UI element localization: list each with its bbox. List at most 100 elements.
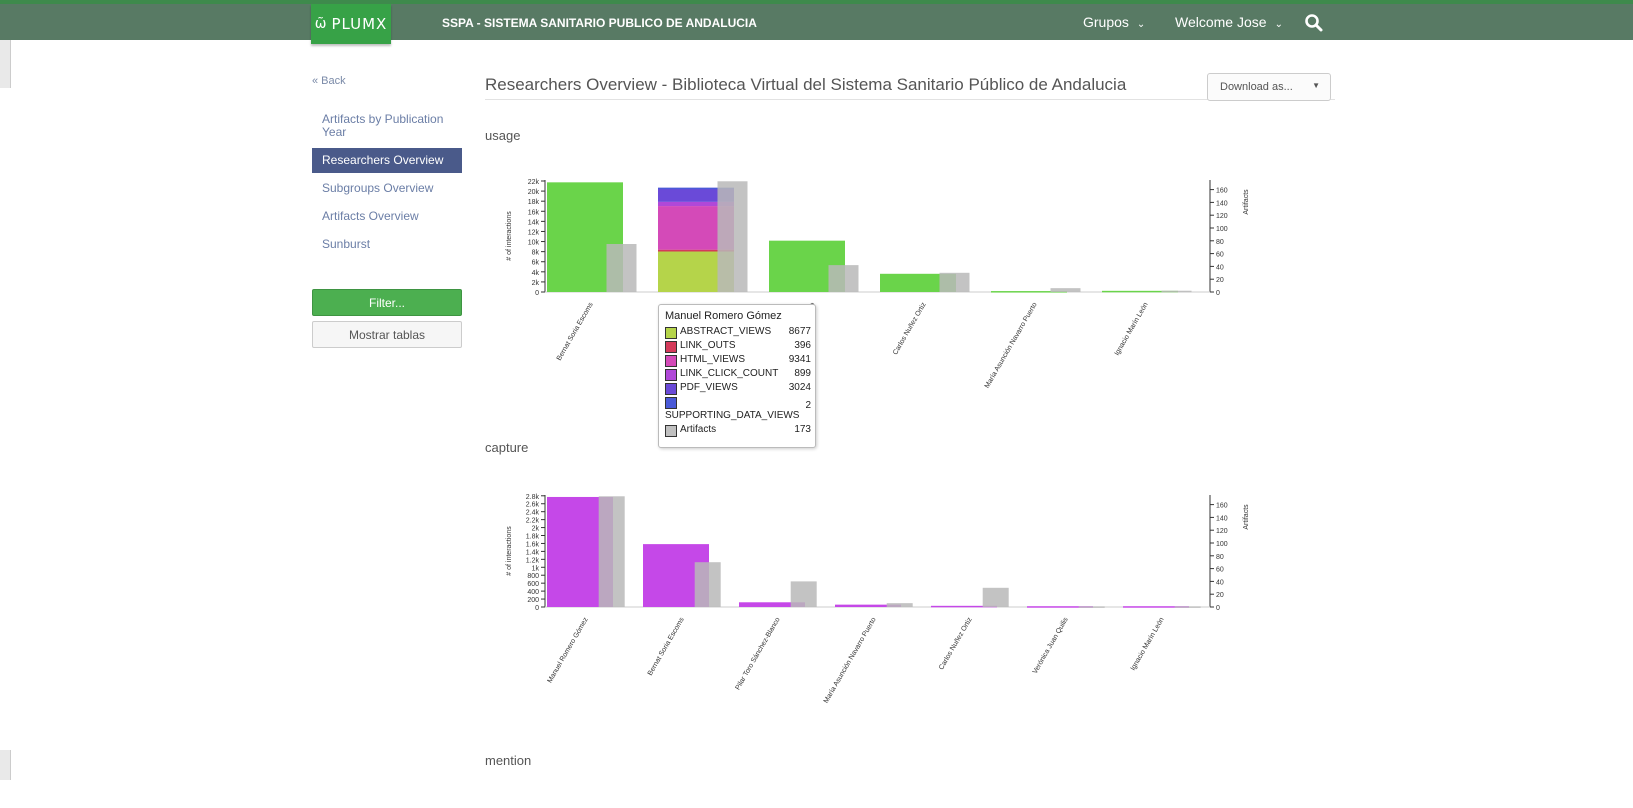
y-tick-label: 0 <box>535 605 539 612</box>
artifact-bar <box>886 603 913 607</box>
search-icon[interactable] <box>1304 13 1324 33</box>
y-tick-label: 1.8k <box>526 534 540 541</box>
x-tick-label: Manuel Romero Gómez <box>547 616 590 684</box>
y2-axis-label: Artifacts <box>1243 189 1250 215</box>
legend-swatch <box>665 383 677 395</box>
plumx-logo-icon: ῶ <box>314 16 328 32</box>
x-tick-label: Ignacio Marín León <box>1130 616 1166 671</box>
sidebar-item-subgroups-overview[interactable]: Subgroups Overview <box>312 176 462 201</box>
user-menu[interactable]: Welcome Jose ⌄ <box>1175 14 1283 30</box>
sidebar-item-artifacts-by-year[interactable]: Artifacts by Publication Year <box>312 107 462 145</box>
filter-button[interactable]: Filter... <box>312 289 462 316</box>
legend-swatch <box>665 341 677 353</box>
y-tick-label: 6k <box>532 260 540 267</box>
legend-swatch <box>665 425 677 437</box>
chevron-down-icon: ⌄ <box>1136 19 1146 30</box>
artifact-bar <box>717 181 748 292</box>
y2-tick-label: 160 <box>1216 503 1228 510</box>
chart-tooltip: Manuel Romero Gómez ABSTRACT_VIEWS 8677 L… <box>658 304 816 448</box>
y2-tick-label: 20 <box>1216 592 1224 599</box>
artifact-bar <box>598 496 625 607</box>
y2-tick-label: 100 <box>1216 226 1228 233</box>
y2-tick-label: 40 <box>1216 264 1224 271</box>
plumx-logo[interactable]: ῶ PLUMX <box>311 4 391 44</box>
y-tick-label: 16k <box>528 209 540 216</box>
site-title[interactable]: SSPA - SISTEMA SANITARIO PUBLICO DE ANDA… <box>442 16 757 30</box>
tooltip-row: SUPPORTING_DATA_VIEWS <box>659 410 815 424</box>
x-tick-label: María Asunción Navarro Puerto <box>984 301 1039 389</box>
logo-text: PLUMX <box>331 15 388 33</box>
tooltip-row: PDF_VIEWS 3024 <box>659 382 815 396</box>
tooltip-row-label: SUPPORTING_DATA_VIEWS <box>665 410 800 421</box>
y2-tick-label: 60 <box>1216 252 1224 259</box>
y-tick-label: 20k <box>528 189 540 196</box>
tooltip-row-value: 173 <box>794 424 811 435</box>
artifact-bar <box>694 562 721 607</box>
x-tick-label: Bernat Soria Escoms <box>556 301 595 362</box>
tooltip-row-label: LINK_CLICK_COUNT <box>680 368 779 379</box>
y-tick-label: 4k <box>532 270 540 277</box>
legend-swatch <box>665 369 677 381</box>
y2-tick-label: 40 <box>1216 579 1224 586</box>
sidebar-item-researchers-overview[interactable]: Researchers Overview <box>312 148 462 173</box>
section-heading-usage: usage <box>485 128 521 143</box>
tooltip-row-label: Artifacts <box>680 424 717 435</box>
y2-tick-label: 120 <box>1216 213 1228 220</box>
download-dropdown[interactable]: Download as... ▼ <box>1207 73 1331 101</box>
y-tick-label: 14k <box>528 219 540 226</box>
capture-chart: 02004006008001k1.2k1.4k1.6k1.8k2k2.2k2.4… <box>506 494 1250 705</box>
tooltip-row: Artifacts 173 <box>659 424 815 438</box>
y2-tick-label: 100 <box>1216 541 1228 548</box>
tooltip-title: Manuel Romero Gómez <box>665 310 782 322</box>
tooltip-row: 2 <box>659 396 815 411</box>
artifact-bar <box>1161 290 1192 293</box>
artifact-bar <box>606 244 637 292</box>
y-tick-label: 400 <box>527 589 539 596</box>
artifact-bar <box>1050 288 1081 292</box>
groups-menu[interactable]: Grupos ⌄ <box>1083 14 1145 30</box>
y-tick-label: 1.6k <box>526 541 540 548</box>
y-tick-label: 12k <box>528 229 540 236</box>
artifact-bar <box>939 272 970 292</box>
y-tick-label: 2k <box>532 280 540 287</box>
back-link[interactable]: « Back <box>312 75 462 87</box>
y-tick-label: 2.6k <box>526 502 540 509</box>
y-tick-label: 800 <box>527 573 539 580</box>
y2-axis-label: Artifacts <box>1243 504 1250 530</box>
y2-tick-label: 20 <box>1216 277 1224 284</box>
y2-tick-label: 60 <box>1216 567 1224 574</box>
y2-tick-label: 160 <box>1216 188 1228 195</box>
y-tick-label: 1.4k <box>526 549 540 556</box>
y-tick-label: 600 <box>527 581 539 588</box>
x-tick-label: Carlos Nuñez Ortiz <box>938 616 974 671</box>
y-tick-label: 2k <box>532 526 540 533</box>
artifact-bar <box>1078 606 1105 608</box>
y-tick-label: 10k <box>528 240 540 247</box>
legend-swatch <box>665 397 677 409</box>
tooltip-row-label: PDF_VIEWS <box>680 382 738 393</box>
y-tick-label: 1k <box>532 565 540 572</box>
y2-tick-label: 140 <box>1216 200 1228 207</box>
y-tick-label: 2.8k <box>526 494 540 501</box>
y2-tick-label: 140 <box>1216 515 1228 522</box>
y2-tick-label: 120 <box>1216 528 1228 535</box>
y-tick-label: 18k <box>528 199 540 206</box>
tooltip-row-value: 8677 <box>788 326 811 337</box>
y-tick-label: 200 <box>527 597 539 604</box>
sidebar-item-artifacts-overview[interactable]: Artifacts Overview <box>312 204 462 229</box>
y2-tick-label: 0 <box>1216 605 1220 612</box>
browser-edge <box>0 40 11 88</box>
legend-swatch <box>665 327 677 339</box>
show-tables-button[interactable]: Mostrar tablas <box>312 321 462 348</box>
tooltip-row-value: 899 <box>794 368 811 379</box>
sidebar-item-sunburst[interactable]: Sunburst <box>312 232 462 257</box>
x-tick-label: María Asunción Navarro Puerto <box>823 616 878 704</box>
artifact-bar <box>1174 606 1201 608</box>
section-heading-mention: mention <box>485 753 532 768</box>
tooltip-row-label: HTML_VIEWS <box>680 354 746 365</box>
x-tick-label: Verónica Juan Quilis <box>1032 616 1070 675</box>
tooltip-row: ABSTRACT_VIEWS 8677 <box>659 326 815 340</box>
chevron-down-icon: ⌄ <box>1274 19 1283 30</box>
y-tick-label: 1.2k <box>526 557 540 564</box>
y-tick-label: 2.4k <box>526 510 540 517</box>
